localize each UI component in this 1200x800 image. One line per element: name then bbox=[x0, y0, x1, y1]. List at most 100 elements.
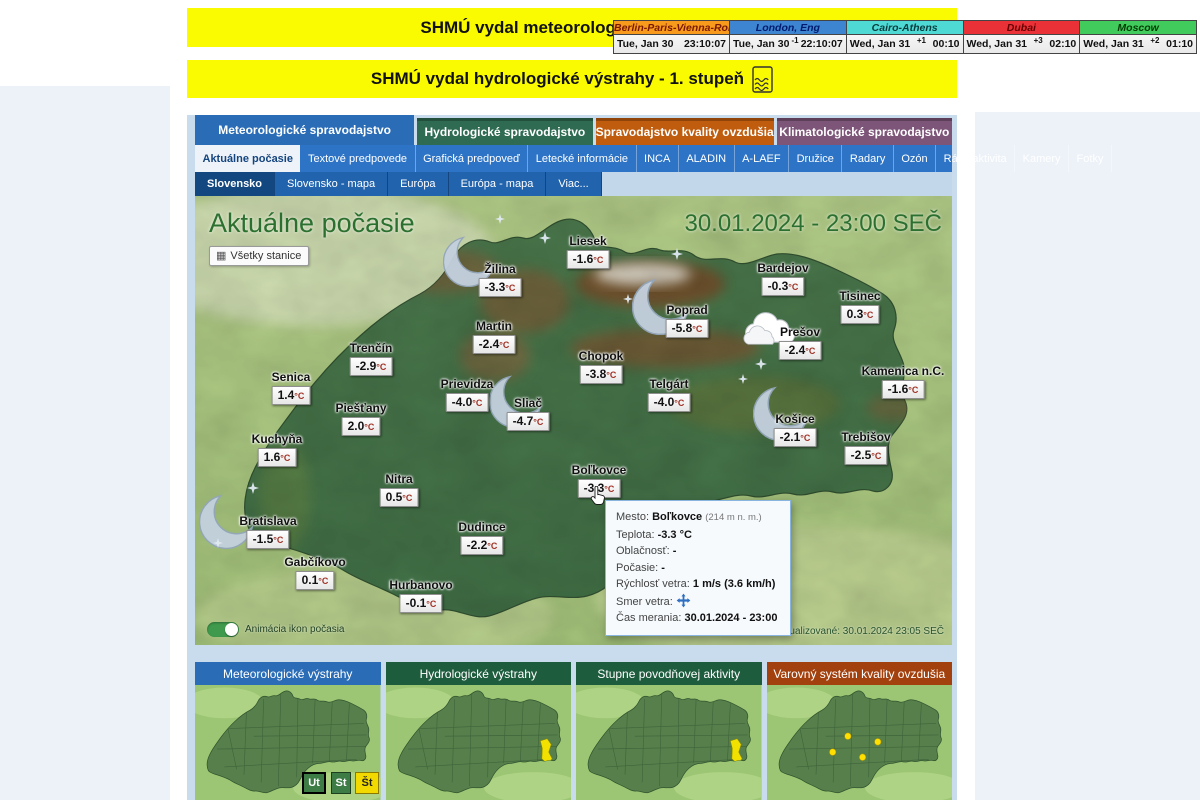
region-tab-bar: SlovenskoSlovensko - mapaEurópaEurópa - … bbox=[195, 172, 952, 196]
tooltip-value: Boľkovce bbox=[652, 511, 702, 523]
station-temperature: -3.8°C bbox=[580, 365, 623, 384]
tooltip-row: Smer vetra: bbox=[616, 593, 780, 611]
tooltip-extra: (214 m n. m.) bbox=[705, 512, 762, 523]
station-kuchy-a[interactable]: Kuchyňa1.6°C bbox=[252, 432, 303, 467]
station-bratislava[interactable]: Bratislava-1.5°C bbox=[239, 514, 296, 549]
station-temperature: -2.1°C bbox=[774, 428, 817, 447]
tooltip-row: Počasie: - bbox=[616, 560, 780, 577]
station-temperature: 1.4°C bbox=[272, 386, 311, 405]
mini-slovakia-map[interactable] bbox=[386, 685, 572, 800]
mini-slovakia-map[interactable] bbox=[195, 685, 381, 800]
sub-tab-textov-predpovede[interactable]: Textové predpovede bbox=[300, 145, 415, 172]
station-slia-[interactable]: Sliač-4.7°C bbox=[507, 396, 550, 431]
main-tab-klimatologick-spravodajstvo[interactable]: Klimatologické spravodajstvo bbox=[777, 118, 952, 145]
main-tab-spravodajstvo-kvality-ovzdu-ia[interactable]: Spravodajstvo kvality ovzdušia bbox=[596, 118, 774, 145]
world-clock: Cairo-AthensWed, Jan 31+100:10 bbox=[847, 20, 964, 54]
world-clock-time: Wed, Jan 31+201:10 bbox=[1080, 35, 1196, 53]
station-senica[interactable]: Senica1.4°C bbox=[272, 370, 311, 405]
station-hurbanovo[interactable]: Hurbanovo-0.1°C bbox=[389, 578, 452, 613]
station-pre-ov[interactable]: Prešov-2.4°C bbox=[779, 325, 822, 360]
station-ko-ice[interactable]: Košice-2.1°C bbox=[774, 412, 817, 447]
station-name: Dudince bbox=[458, 520, 505, 534]
tooltip-row: Teplota: -3.3 °C bbox=[616, 527, 780, 544]
mini-slovakia-map[interactable] bbox=[767, 685, 953, 800]
sub-tab-r-dioaktivita[interactable]: Rádioaktivita bbox=[936, 145, 1015, 172]
sub-tab-radary[interactable]: Radary bbox=[842, 145, 893, 172]
sub-tab-dru-ice[interactable]: Družice bbox=[789, 145, 842, 172]
tooltip-value: 30.01.2024 - 23:00 bbox=[684, 612, 777, 624]
station-dudince[interactable]: Dudince-2.2°C bbox=[458, 520, 505, 555]
station-temperature: -1.6°C bbox=[882, 380, 925, 399]
station-gab-kovo[interactable]: Gabčíkovo0.1°C bbox=[284, 555, 345, 590]
station-trebi-ov[interactable]: Trebišov-2.5°C bbox=[841, 430, 890, 465]
station-telg-rt[interactable]: Telgárt -4.0°C bbox=[648, 377, 691, 412]
day-button-ut[interactable]: Ut bbox=[302, 772, 326, 794]
panel-stupne-povod-ovej-aktivity: Stupne povodňovej aktivity bbox=[576, 662, 762, 800]
clock-utc-offset: +1 bbox=[910, 36, 932, 45]
station-liesek[interactable]: Liesek-1.6°C bbox=[567, 234, 610, 269]
region-tab-slovensko[interactable]: Slovensko bbox=[195, 172, 275, 196]
day-button-st[interactable]: St bbox=[331, 772, 351, 794]
panel-header[interactable]: Meteorologické výstrahy bbox=[195, 662, 381, 685]
region-tab-slovensko-mapa[interactable]: Slovensko - mapa bbox=[275, 172, 388, 196]
station-temperature: -4.0°C bbox=[648, 393, 691, 412]
sub-tab-grafick-predpove-[interactable]: Grafická predpoveď bbox=[416, 145, 529, 172]
sub-tab-kamery[interactable]: Kamery bbox=[1015, 145, 1069, 172]
clock-date: Wed, Jan 31 bbox=[1083, 38, 1144, 50]
all-stations-label: Všetky stanice bbox=[230, 250, 301, 262]
main-tab-hydrologick-spravodajstvo[interactable]: Hydrologické spravodajstvo bbox=[417, 118, 592, 145]
day-button-št[interactable]: Št bbox=[355, 772, 379, 794]
station--ilina[interactable]: Žilina-3.3°C bbox=[479, 262, 522, 297]
station-name: Chopok bbox=[579, 349, 624, 363]
current-weather-map[interactable]: Aktuálne počasie 30.01.2024 - 23:00 SEČ … bbox=[195, 196, 952, 645]
panel-header[interactable]: Hydrologické výstrahy bbox=[386, 662, 572, 685]
world-clocks: Berlin-Paris-Vienna-RomaTue, Jan 3023:10… bbox=[613, 20, 1197, 54]
station-name: Prešov bbox=[779, 325, 822, 339]
sub-tab-oz-n[interactable]: Ozón bbox=[894, 145, 936, 172]
world-clock: London, EngTue, Jan 30-122:10:07 bbox=[730, 20, 847, 54]
station-temperature: -0.3°C bbox=[762, 277, 805, 296]
tooltip-value: - bbox=[673, 545, 677, 557]
all-stations-button[interactable]: ▦ Všetky stanice bbox=[209, 246, 309, 266]
station-nitra[interactable]: Nitra0.5°C bbox=[380, 472, 419, 507]
sub-tab-fotky[interactable]: Fotky bbox=[1069, 145, 1112, 172]
region-tab-viac-[interactable]: Viac... bbox=[546, 172, 601, 196]
station-martin[interactable]: Martin-2.4°C bbox=[473, 319, 516, 354]
sub-tab-leteck-inform-cie[interactable]: Letecké informácie bbox=[528, 145, 636, 172]
panel-header[interactable]: Stupne povodňovej aktivity bbox=[576, 662, 762, 685]
station-tren-n[interactable]: Trenčín-2.9°C bbox=[350, 341, 393, 376]
clock-date: Tue, Jan 30 bbox=[733, 38, 789, 50]
sub-tab-a-laef[interactable]: A-LAEF bbox=[735, 145, 790, 172]
sub-tab-inca[interactable]: INCA bbox=[637, 145, 679, 172]
station-name: Telgárt bbox=[648, 377, 691, 391]
grid-icon: ▦ bbox=[216, 249, 226, 262]
star-icon bbox=[671, 248, 683, 260]
station-prievidza[interactable]: Prievidza-4.0°C bbox=[441, 377, 494, 412]
world-clock: Berlin-Paris-Vienna-RomaTue, Jan 3023:10… bbox=[613, 20, 730, 54]
station-chopok[interactable]: Chopok -3.8°C bbox=[579, 349, 624, 384]
main-tab-meteorologick-spravodajstvo[interactable]: Meteorologické spravodajstvo bbox=[195, 115, 414, 145]
region-tab-eur-pa-mapa[interactable]: Európa - mapa bbox=[449, 172, 547, 196]
star-icon bbox=[213, 538, 223, 548]
world-clock-city: Moscow bbox=[1080, 21, 1196, 35]
region-tab-eur-pa[interactable]: Európa bbox=[388, 172, 448, 196]
world-clock-time: Wed, Jan 31+302:10 bbox=[964, 35, 1080, 53]
map-title: Aktuálne počasie bbox=[209, 208, 415, 239]
tooltip-label: Smer vetra: bbox=[616, 596, 673, 608]
animation-toggle[interactable] bbox=[207, 622, 239, 637]
station-poprad[interactable]: Poprad-5.8°C bbox=[666, 303, 709, 338]
hydro-alert-banner[interactable]: SHMÚ vydal hydrologické výstrahy - 1. st… bbox=[187, 60, 957, 98]
station-temperature: 0.3°C bbox=[841, 305, 880, 324]
panel-header[interactable]: Varovný systém kvality ovzdušia bbox=[767, 662, 953, 685]
mini-slovakia-map[interactable] bbox=[576, 685, 762, 800]
world-clock-city: Dubai bbox=[964, 21, 1080, 35]
station-tisinec[interactable]: Tisinec0.3°C bbox=[839, 289, 880, 324]
world-clock-time: Tue, Jan 3023:10:07 bbox=[614, 35, 729, 53]
station-bardejov[interactable]: Bardejov-0.3°C bbox=[757, 261, 808, 296]
station-pie-any[interactable]: Piešťany2.0°C bbox=[335, 401, 386, 436]
station-name: Liesek bbox=[567, 234, 610, 248]
sub-tab-aktu-lne-po-asie[interactable]: Aktuálne počasie bbox=[195, 145, 300, 172]
sub-tab-aladin[interactable]: ALADIN bbox=[679, 145, 735, 172]
station-kamenica-n-c-[interactable]: Kamenica n.C.-1.6°C bbox=[862, 364, 945, 399]
station-name: Kuchyňa bbox=[252, 432, 303, 446]
